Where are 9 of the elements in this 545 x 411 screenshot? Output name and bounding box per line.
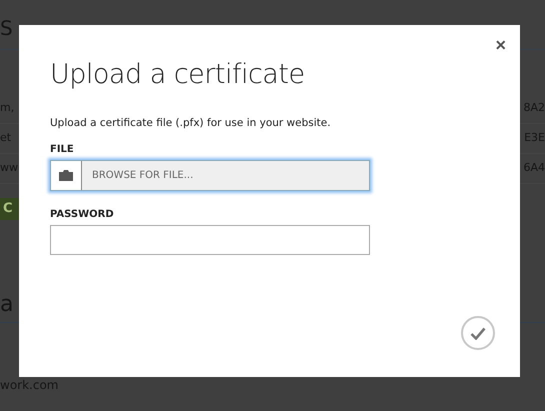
field-label: PASSWORD	[50, 209, 114, 220]
field-label: FILE	[50, 144, 74, 155]
checkmark-icon	[470, 326, 486, 340]
file-input-field[interactable]: BROWSE FOR FILE...	[50, 160, 370, 191]
folder-icon	[59, 170, 73, 181]
dialog-title: Upload a certificate	[50, 58, 306, 92]
dialog-description: Upload a certificate file (.pfx) for use in your website.	[50, 117, 331, 129]
password-field[interactable]	[50, 225, 370, 255]
close-button[interactable]: ×	[495, 36, 506, 54]
